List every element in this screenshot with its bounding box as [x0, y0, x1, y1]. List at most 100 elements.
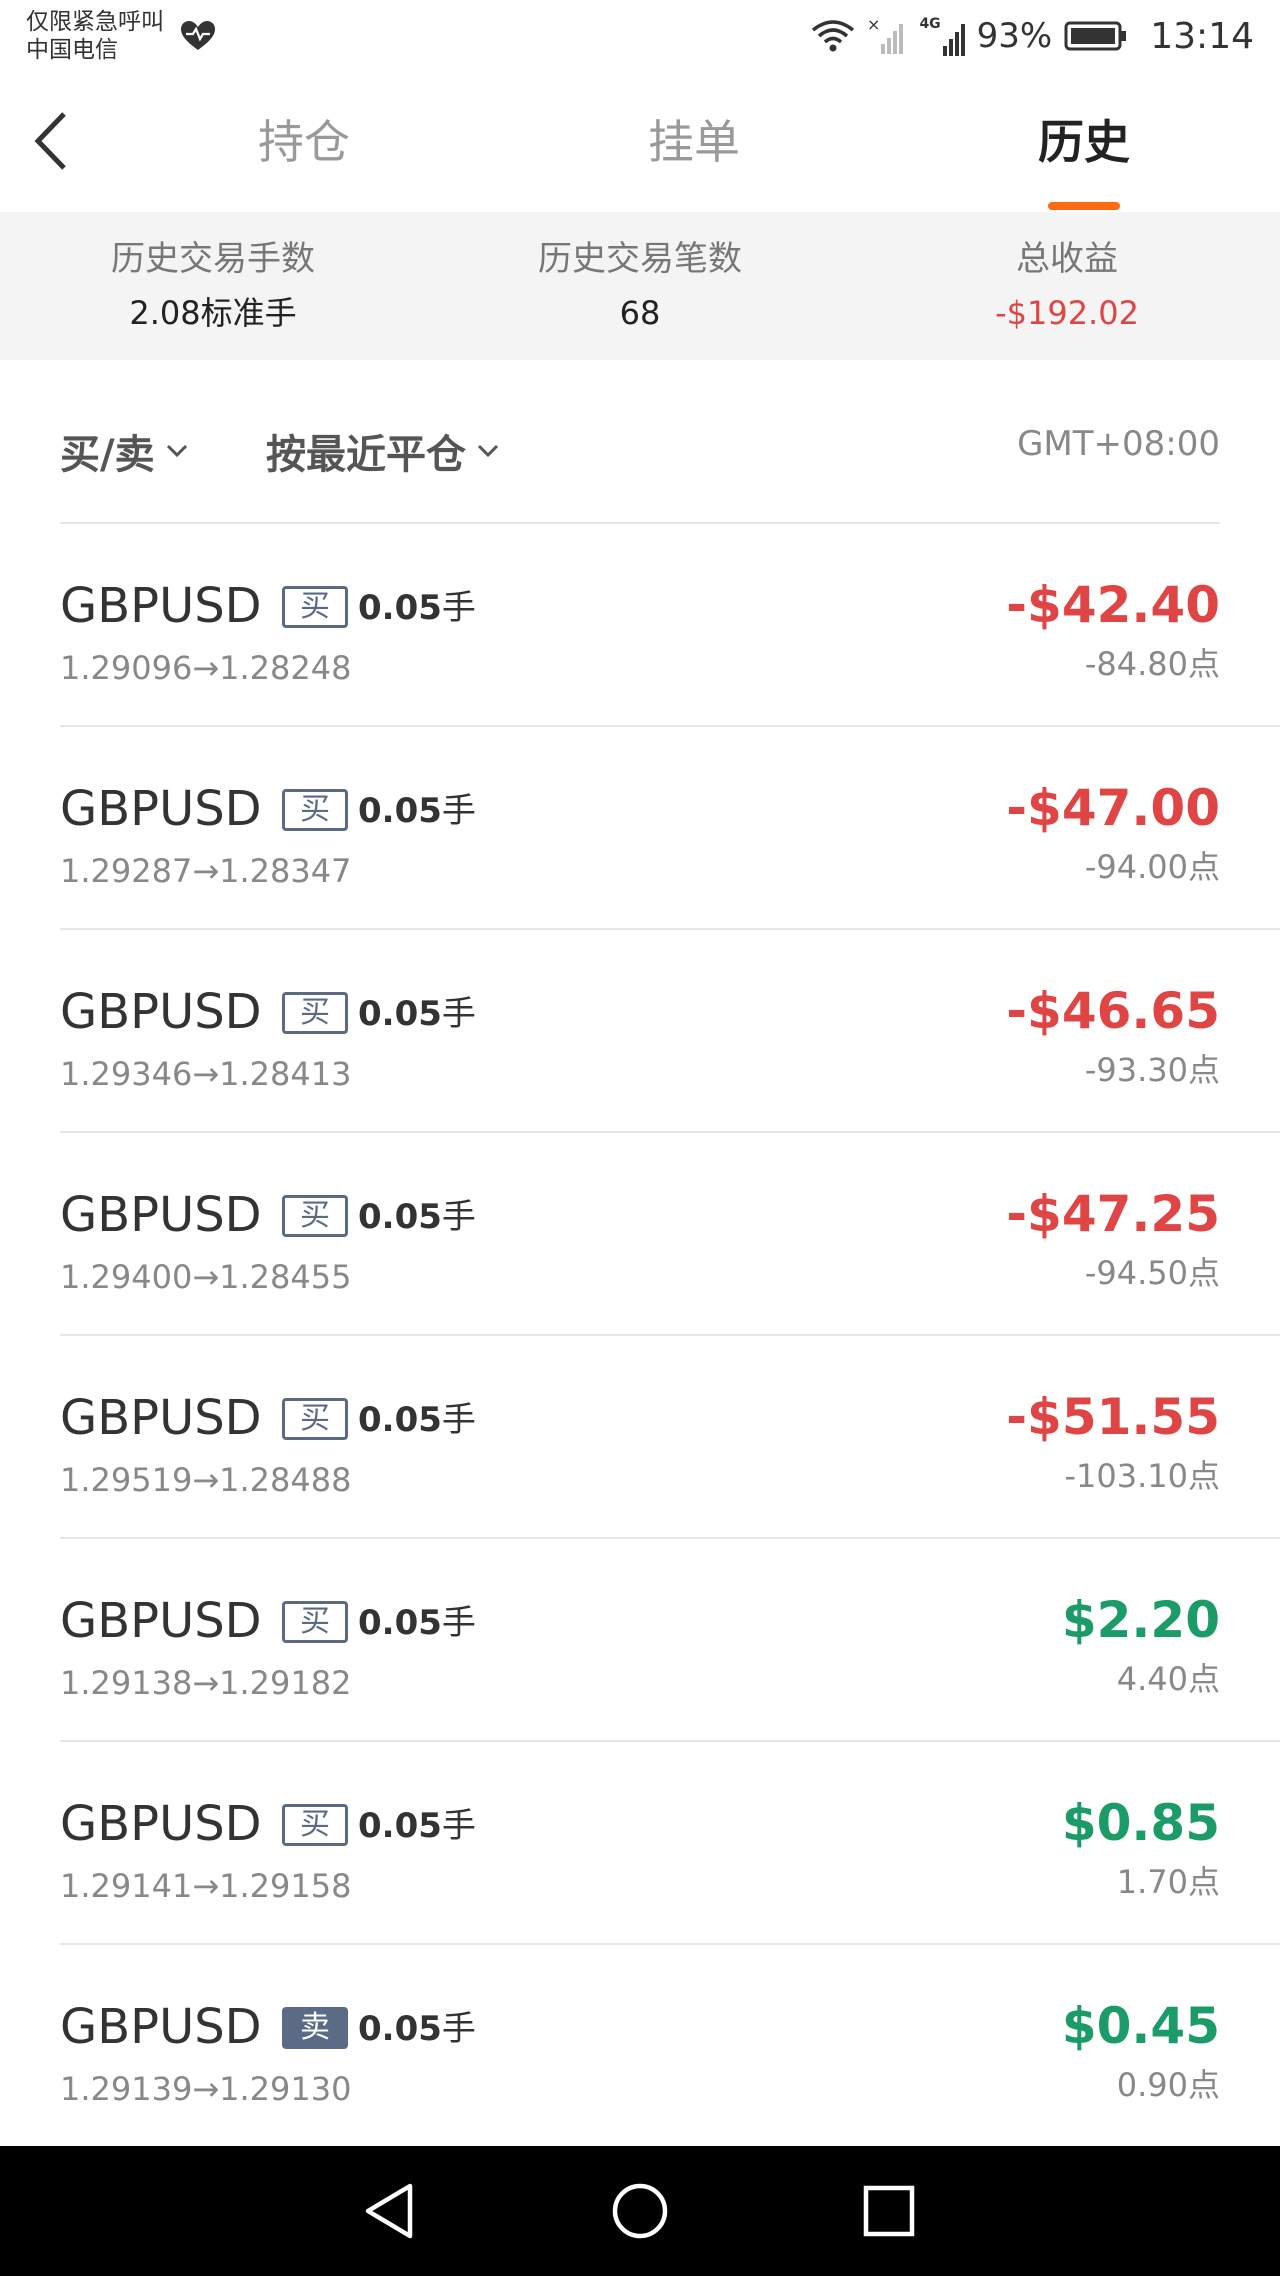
side-filter-label: 买/卖 — [60, 432, 155, 478]
active-tab-indicator — [1048, 202, 1120, 210]
trade-side-badge: 买 — [282, 1601, 348, 1643]
trade-lots-unit: 手 — [441, 1400, 476, 1440]
trade-row[interactable]: GBPUSD 卖 0.05手 1.29139→1.29130 $0.45 0.9… — [60, 1945, 1280, 2148]
heart-pulse-icon — [181, 21, 215, 50]
trade-lots: 0.05手 — [358, 992, 476, 1036]
trade-lots-unit: 手 — [441, 994, 476, 1034]
trade-row[interactable]: GBPUSD 买 0.05手 1.29346→1.28413 -$46.65 -… — [60, 930, 1280, 1133]
carrier-info: 仅限紧急呼叫 中国电信 — [26, 8, 164, 64]
svg-text:×: × — [867, 16, 880, 34]
trade-prices: 1.29096→1.28248 — [60, 649, 352, 687]
trade-prices: 1.29141→1.29158 — [60, 1867, 352, 1905]
trade-pnl: $0.85 — [1061, 1794, 1220, 1852]
status-icons: × 4G 93% 13:14 — [811, 14, 1254, 58]
trade-symbol: GBPUSD — [60, 1187, 262, 1243]
trade-row[interactable]: GBPUSD 买 0.05手 1.29141→1.29158 $0.85 1.7… — [60, 1742, 1280, 1945]
trade-row[interactable]: GBPUSD 买 0.05手 1.29138→1.29182 $2.20 4.4… — [60, 1539, 1280, 1742]
triangle-back-icon[interactable] — [358, 2178, 424, 2244]
summary-pnl: 总收益 -$192.02 — [857, 236, 1277, 340]
trade-pnl: $0.45 — [1061, 1997, 1220, 2055]
trade-pnl: -$51.55 — [1006, 1388, 1220, 1446]
header: 持仓 挂单 历史 — [0, 72, 1280, 212]
trade-points: -93.30点 — [1084, 1051, 1220, 1089]
trade-lots-unit: 手 — [441, 1603, 476, 1643]
trade-lots-unit: 手 — [441, 1197, 476, 1237]
trade-lots-unit: 手 — [441, 1806, 476, 1846]
trade-points: -84.80点 — [1084, 645, 1220, 683]
trade-points: 1.70点 — [1116, 1863, 1220, 1901]
signal-icon: 4G — [919, 16, 965, 56]
battery-percent: 93% — [976, 16, 1053, 56]
trade-lots: 0.05手 — [358, 2007, 476, 2051]
history-summary: 历史交易手数 2.08标准手 历史交易笔数 68 总收益 -$192.02 — [0, 212, 1280, 360]
trade-row[interactable]: GBPUSD 买 0.05手 1.29400→1.28455 -$47.25 -… — [60, 1133, 1280, 1336]
trade-pnl: -$46.65 — [1006, 982, 1220, 1040]
tab-pending-orders[interactable]: 挂单 — [594, 112, 794, 172]
trade-side-badge: 买 — [282, 789, 348, 831]
trade-lots: 0.05手 — [358, 1804, 476, 1848]
trade-pnl: -$42.40 — [1006, 576, 1220, 634]
trade-points: -94.50点 — [1084, 1254, 1220, 1292]
summary-count: 历史交易笔数 68 — [430, 236, 850, 340]
tab-history[interactable]: 历史 — [984, 112, 1184, 172]
trade-symbol: GBPUSD — [60, 578, 262, 634]
chevron-down-icon — [477, 444, 499, 458]
summary-count-value: 68 — [619, 294, 661, 332]
trade-lots-unit: 手 — [441, 791, 476, 831]
trade-points: 0.90点 — [1116, 2066, 1220, 2104]
status-bar: 仅限紧急呼叫 中国电信 × 4G 93% 13:14 — [0, 0, 1280, 72]
trade-symbol: GBPUSD — [60, 1593, 262, 1649]
trade-lots: 0.05手 — [358, 789, 476, 833]
summary-count-label: 历史交易笔数 — [538, 239, 742, 279]
carrier-line-2: 中国电信 — [26, 37, 118, 63]
signal-no-sim-icon: × — [867, 16, 904, 54]
trade-prices: 1.29346→1.28413 — [60, 1055, 352, 1093]
trade-lots-value: 0.05 — [358, 791, 442, 831]
sort-dropdown[interactable]: 按最近平仓 — [266, 422, 500, 480]
trade-lots: 0.05手 — [358, 1601, 476, 1645]
trade-side-badge: 买 — [282, 1398, 348, 1440]
circle-home-icon[interactable] — [607, 2178, 673, 2244]
trade-symbol: GBPUSD — [60, 1999, 262, 2055]
trade-prices: 1.29139→1.29130 — [60, 2070, 352, 2108]
wifi-icon — [812, 20, 855, 52]
chevron-down-icon — [166, 444, 187, 458]
summary-pnl-label: 总收益 — [1016, 239, 1118, 279]
trade-side-badge: 买 — [282, 1804, 348, 1846]
trade-prices: 1.29138→1.29182 — [60, 1664, 352, 1702]
side-filter-dropdown[interactable]: 买/卖 — [60, 422, 189, 480]
summary-lots-value: 2.08标准手 — [129, 294, 297, 332]
summary-pnl-value: -$192.02 — [995, 294, 1139, 332]
clock: 13:14 — [1150, 15, 1254, 57]
sort-label: 按最近平仓 — [266, 432, 466, 478]
network-type-label: 4G — [919, 16, 941, 32]
trade-points: -94.00点 — [1084, 848, 1220, 886]
trade-lots-value: 0.05 — [358, 1400, 442, 1440]
trade-side-badge: 买 — [282, 586, 348, 628]
trade-lots-value: 0.05 — [358, 1197, 442, 1237]
battery-icon — [1064, 21, 1127, 51]
tab-positions[interactable]: 持仓 — [204, 112, 404, 172]
square-recent-icon[interactable] — [856, 2178, 922, 2244]
trade-row[interactable]: GBPUSD 买 0.05手 1.29096→1.28248 -$42.40 -… — [60, 524, 1280, 727]
trade-pnl: -$47.00 — [1006, 779, 1220, 837]
trade-symbol: GBPUSD — [60, 984, 262, 1040]
trade-prices: 1.29519→1.28488 — [60, 1461, 352, 1499]
trade-lots-value: 0.05 — [358, 1603, 442, 1643]
timezone-label[interactable]: GMT+08:00 — [1017, 424, 1220, 464]
trade-lots-value: 0.05 — [358, 1806, 442, 1846]
trade-lots-value: 0.05 — [358, 994, 442, 1034]
trade-side-badge: 买 — [282, 992, 348, 1034]
trade-pnl: $2.20 — [1061, 1591, 1220, 1649]
trade-row[interactable]: GBPUSD 买 0.05手 1.29519→1.28488 -$51.55 -… — [60, 1336, 1280, 1539]
trade-row[interactable]: GBPUSD 买 0.05手 1.29287→1.28347 -$47.00 -… — [60, 727, 1280, 930]
chevron-left-icon[interactable] — [30, 108, 74, 174]
trade-lots: 0.05手 — [358, 1195, 476, 1239]
filter-bar: 买/卖 按最近平仓 GMT+08:00 — [0, 360, 1280, 524]
trade-symbol: GBPUSD — [60, 781, 262, 837]
trade-symbol: GBPUSD — [60, 1390, 262, 1446]
trade-pnl: -$47.25 — [1006, 1185, 1220, 1243]
trade-symbol: GBPUSD — [60, 1796, 262, 1852]
trade-prices: 1.29400→1.28455 — [60, 1258, 352, 1296]
trade-side-badge: 卖 — [282, 2007, 348, 2049]
